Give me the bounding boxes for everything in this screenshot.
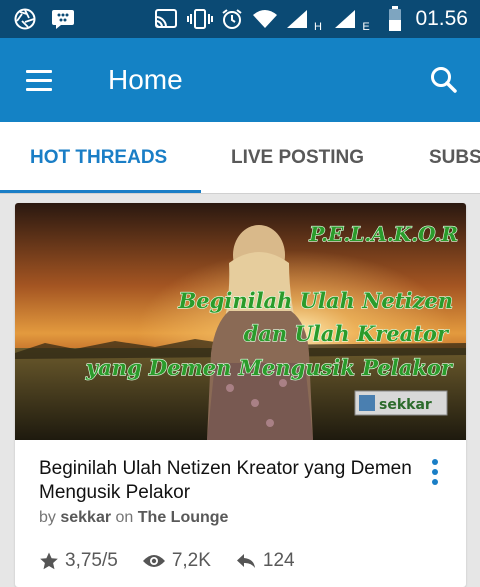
watermark-text: sekkar bbox=[379, 397, 432, 413]
bbm-icon bbox=[50, 0, 76, 38]
tab-subscribed[interactable]: SUBS bbox=[429, 122, 480, 193]
by-label: by bbox=[39, 509, 56, 526]
search-icon bbox=[431, 67, 457, 93]
reply-icon bbox=[236, 554, 255, 568]
eye-icon bbox=[142, 555, 165, 567]
tab-bar: HOT THREADS LIVE POSTING SUBS bbox=[0, 122, 480, 194]
page-title: Home bbox=[108, 64, 183, 95]
rating-stat: 3,75/5 bbox=[39, 550, 118, 572]
wifi-icon bbox=[252, 0, 278, 38]
more-vert-icon-dot bbox=[432, 469, 438, 475]
status-bar: H E 01.56 bbox=[0, 0, 480, 38]
thread-stats: 3,75/5 7,2K 124 bbox=[39, 548, 319, 574]
signal-icon bbox=[332, 0, 360, 38]
thread-meta: by sekkar on The Lounge bbox=[39, 509, 228, 527]
views-stat: 7,2K bbox=[142, 550, 211, 572]
active-tab-indicator bbox=[0, 190, 201, 193]
tab-hot-threads[interactable]: HOT THREADS bbox=[30, 122, 167, 193]
clock: 01.56 bbox=[415, 7, 468, 30]
watermark-badge: sekkar bbox=[354, 390, 448, 416]
aperture-icon bbox=[12, 0, 38, 38]
hamburger-icon bbox=[26, 70, 52, 73]
thread-title[interactable]: Beginilah Ulah Netizen Kreator yang Deme… bbox=[39, 457, 419, 505]
battery-icon bbox=[386, 0, 404, 38]
views-value: 7,2K bbox=[171, 550, 211, 571]
more-options-button[interactable] bbox=[423, 457, 447, 487]
image-heading: P.E.L.A.K.O.R bbox=[308, 222, 458, 246]
tab-live-posting[interactable]: LIVE POSTING bbox=[231, 122, 364, 193]
on-label: on bbox=[115, 509, 134, 526]
more-vert-icon bbox=[432, 459, 438, 465]
author-link[interactable]: sekkar bbox=[60, 509, 111, 526]
cast-icon bbox=[153, 0, 179, 38]
forum-link[interactable]: The Lounge bbox=[138, 509, 229, 526]
star-icon bbox=[40, 552, 58, 570]
hamburger-icon-line bbox=[26, 79, 52, 82]
alarm-icon bbox=[220, 0, 244, 38]
hamburger-menu-button[interactable] bbox=[22, 64, 62, 98]
image-line-1: Beginilah Ulah Netizen bbox=[178, 288, 453, 313]
vibrate-icon bbox=[186, 0, 214, 38]
thread-thumbnail[interactable]: P.E.L.A.K.O.R Beginilah Ulah Netizen dan… bbox=[15, 203, 466, 440]
replies-stat: 124 bbox=[235, 550, 295, 572]
thread-card[interactable]: P.E.L.A.K.O.R Beginilah Ulah Netizen dan… bbox=[15, 203, 466, 587]
signal-icon bbox=[284, 0, 312, 38]
more-vert-icon-dot bbox=[432, 479, 438, 485]
image-line-2: dan Ulah Kreator bbox=[244, 321, 450, 346]
app-bar: Home bbox=[0, 38, 480, 122]
image-line-3: yang Demen Mengusik Pelakor bbox=[85, 355, 454, 380]
rating-value: 3,75/5 bbox=[65, 550, 118, 571]
hamburger-icon-line bbox=[26, 88, 52, 91]
replies-value: 124 bbox=[262, 550, 295, 571]
search-button[interactable] bbox=[426, 62, 462, 98]
